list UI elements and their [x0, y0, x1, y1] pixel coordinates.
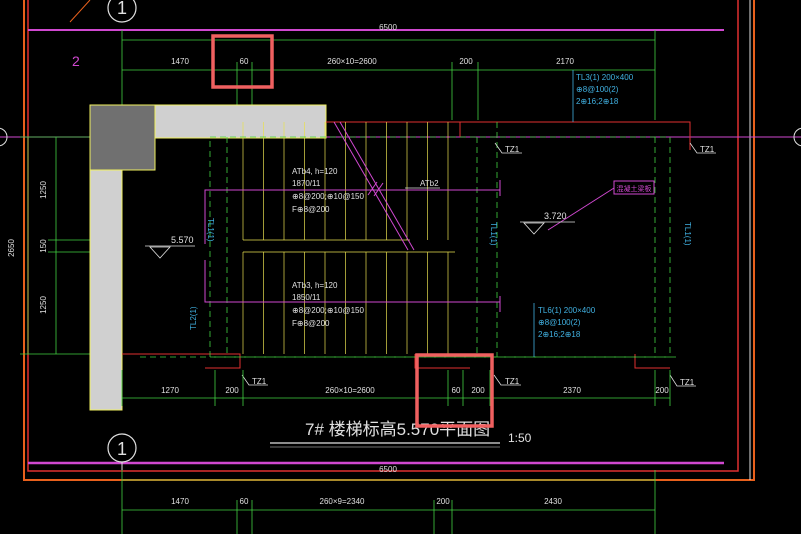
- wall-left: [89, 169, 123, 411]
- axis-bubble-bottom: 1: [107, 433, 137, 470]
- beam-tl3-label: TL3(1) 200×400 ⊕8@100(2) 2⊕16;2⊕18: [576, 73, 634, 106]
- dim-top-5: 2170: [556, 57, 574, 66]
- svg-text:1850/11: 1850/11: [292, 293, 321, 302]
- upper-flight: [242, 122, 449, 241]
- dim-lower-2: 60: [240, 497, 249, 506]
- svg-text:1870/11: 1870/11: [292, 179, 321, 188]
- tl1-far-label: TL1(1): [683, 222, 692, 246]
- beam-tl6-label: TL6(1) 200×400 ⊕8@100(2) 2⊕16;2⊕18: [538, 306, 596, 339]
- note-tag: 混凝土梁板: [613, 180, 655, 195]
- tl1-right-label: TL1(1): [489, 222, 498, 246]
- dim-bottom-6: 2370: [563, 386, 581, 395]
- dim-top-4: 200: [459, 57, 473, 66]
- svg-text:2⊕16;2⊕18: 2⊕16;2⊕18: [538, 330, 581, 339]
- svg-text:2⊕16;2⊕18: 2⊕16;2⊕18: [576, 97, 619, 106]
- drawing-title: 7# 楼梯标高5.570平面图: [305, 420, 490, 439]
- dim-lower-3: 260×9=2340: [320, 497, 365, 506]
- svg-text:⊕8@100(2): ⊕8@100(2): [576, 85, 619, 94]
- dim-top-3: 260×10=2600: [327, 57, 377, 66]
- lower-flight: [242, 251, 455, 354]
- dashed-beams: [140, 122, 680, 358]
- svg-text:F⊕8@200: F⊕8@200: [292, 205, 330, 214]
- svg-text:ATb3, h=120: ATb3, h=120: [292, 281, 338, 290]
- dimension-left: [20, 136, 90, 355]
- svg-text:混凝土梁板: 混凝土梁板: [617, 184, 652, 193]
- svg-text:TL6(1) 200×400: TL6(1) 200×400: [538, 306, 596, 315]
- dim-top-2: 60: [240, 57, 249, 66]
- dim-bottom-4: 60: [452, 386, 461, 395]
- svg-text:⊕8@100(2): ⊕8@100(2): [538, 318, 581, 327]
- dim-bottom-2: 200: [225, 386, 239, 395]
- slab-outline-red: [122, 121, 691, 369]
- level-marker-right: 3.720: [520, 211, 575, 235]
- frame-red-inner: [27, 0, 739, 472]
- dim-lower-1: 1470: [171, 497, 189, 506]
- dim-total-top: 6500: [379, 23, 397, 32]
- dim-bottom-5: 200: [471, 386, 485, 395]
- axis-label-bottom: 1: [117, 439, 127, 459]
- svg-text:ATb4, h=120: ATb4, h=120: [292, 167, 338, 176]
- tl2-label: TL2(1): [189, 306, 198, 330]
- dim-left-2: 150: [39, 239, 48, 253]
- drawing-scale: 1:50: [508, 431, 532, 445]
- dim-left-1: 1250: [39, 181, 48, 199]
- lower-flight-label: ATb3, h=120 1850/11 ⊕8@200;⊕10@150 F⊕8@2…: [292, 281, 364, 328]
- svg-text:⊕8@200;⊕10@150: ⊕8@200;⊕10@150: [292, 192, 364, 201]
- axis-label-top: 1: [117, 0, 127, 18]
- axis-bubble-top: 1: [69, 0, 137, 23]
- cad-drawing-canvas[interactable]: 1 1 2 6500 1470 60 260×10=2600 200 2170: [0, 0, 801, 534]
- dimension-lower: [121, 470, 656, 534]
- dim-bottom-1: 1270: [161, 386, 179, 395]
- dim-lower-5: 2430: [544, 497, 562, 506]
- dim-top-1: 1470: [171, 57, 189, 66]
- dim-total-bottom: 6500: [379, 465, 397, 474]
- svg-text:F⊕8@200: F⊕8@200: [292, 319, 330, 328]
- dim-left-3: 1250: [39, 296, 48, 314]
- svg-text:⊕8@200;⊕10@150: ⊕8@200;⊕10@150: [292, 306, 364, 315]
- walls: [89, 104, 327, 411]
- dim-lower-4: 200: [436, 497, 450, 506]
- column-corner: [89, 104, 156, 171]
- dim-left-total: 2650: [7, 239, 16, 257]
- dim-bottom-7: 200: [655, 386, 669, 395]
- level-marker-left: 5.570: [145, 235, 195, 259]
- atb2-label: ATb2: [420, 179, 439, 188]
- tl1-left-label: TL1(1): [206, 218, 215, 242]
- svg-text:5.570: 5.570: [171, 235, 194, 245]
- svg-text:3.720: 3.720: [544, 211, 567, 221]
- dimension-bottom: [121, 370, 671, 406]
- dim-bottom-3: 260×10=2600: [325, 386, 375, 395]
- svg-text:TL3(1) 200×400: TL3(1) 200×400: [576, 73, 634, 82]
- grid-label-2: 2: [72, 53, 80, 69]
